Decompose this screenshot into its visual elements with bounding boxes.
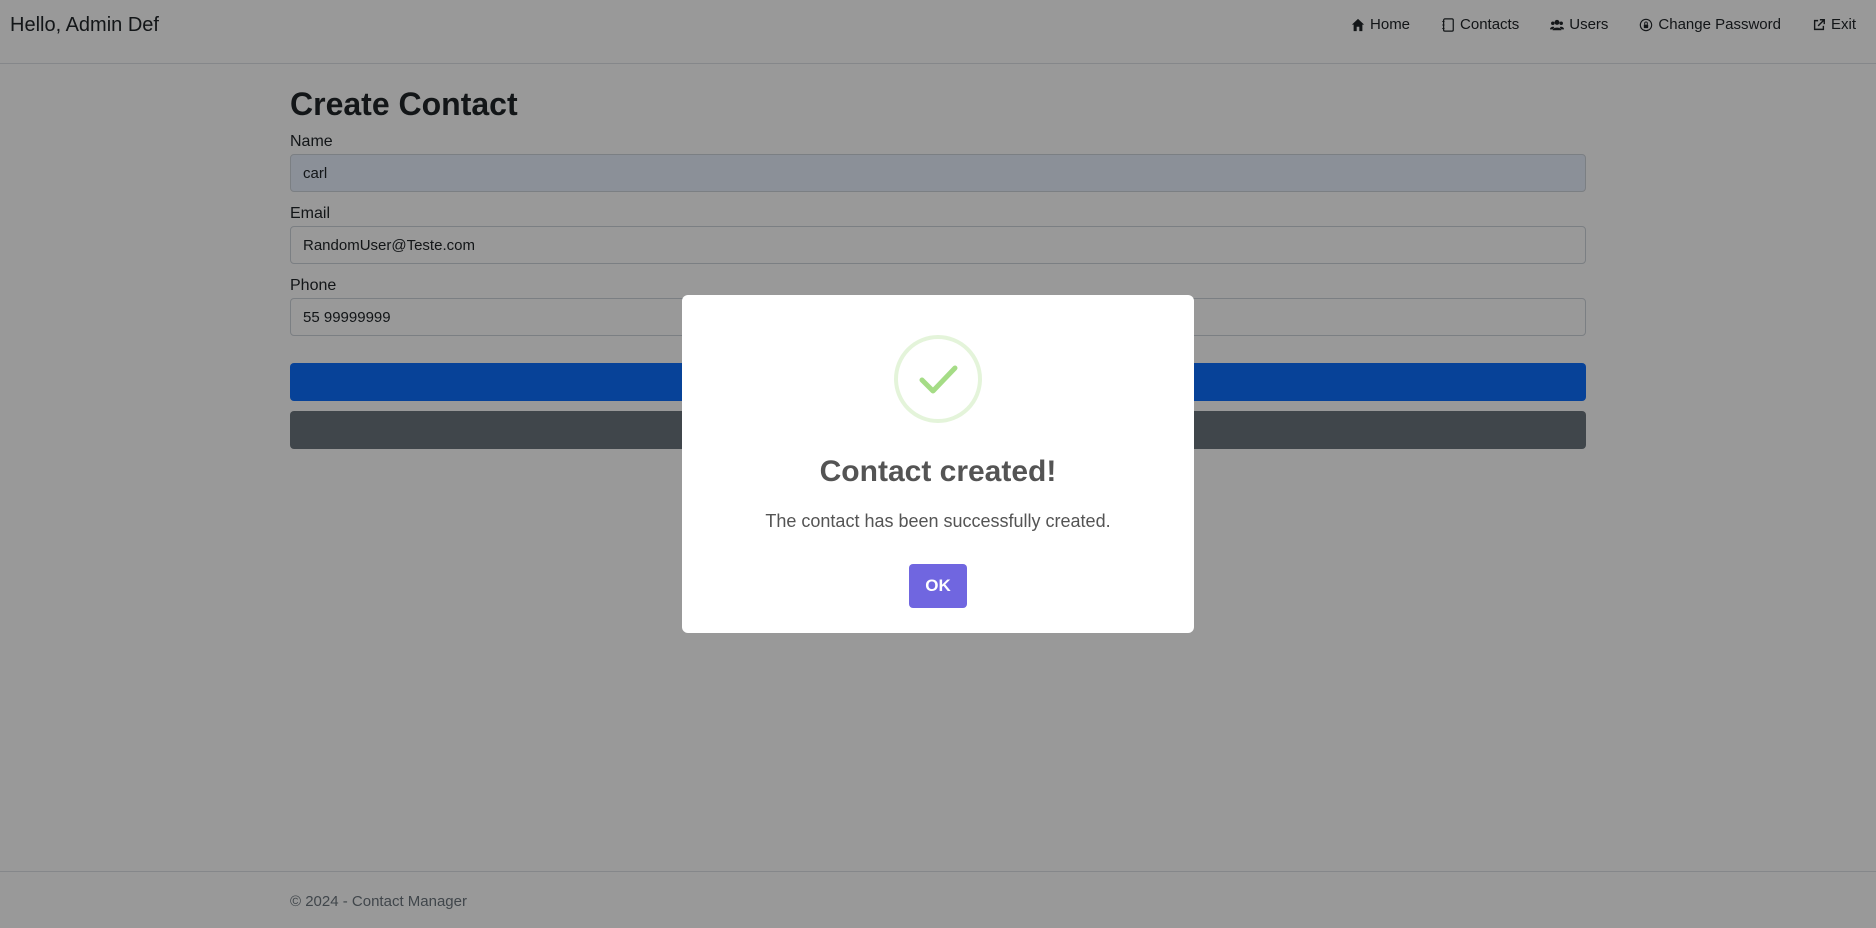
dialog-message: The contact has been successfully create… bbox=[765, 511, 1111, 531]
page: Hello, Admin Def Home Contacts Users Cha… bbox=[0, 0, 1876, 928]
dialog-title: Contact created! bbox=[819, 455, 1057, 488]
check-icon bbox=[894, 335, 982, 423]
ok-button[interactable]: OK bbox=[909, 564, 967, 608]
success-dialog: Contact created! The contact has been su… bbox=[682, 295, 1194, 633]
